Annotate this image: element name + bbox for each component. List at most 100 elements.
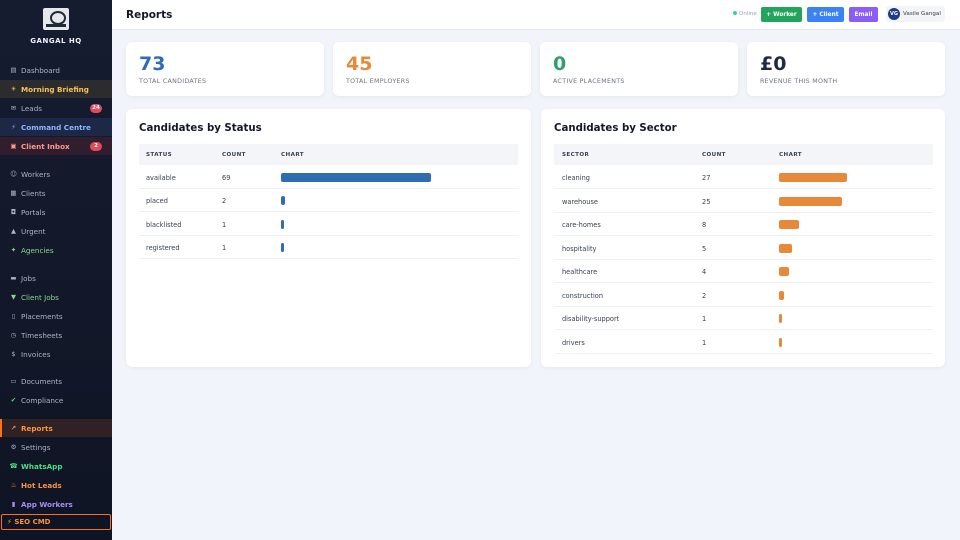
clipboard-icon: ▯ [11,311,16,320]
sidebar-item-reports[interactable]: ↗ Reports [0,419,112,437]
sidebar-item-clients[interactable]: ▦ Clients [0,184,112,202]
page-title: Reports [126,9,173,21]
sidebar-item-label: Invoices [21,349,51,359]
lock-icon: ◘ [10,207,17,216]
row-label: blacklisted [146,220,182,229]
add-client-button[interactable]: + Client [807,7,844,22]
seo-cmd-button[interactable]: ⚡ SEO CMD [1,514,111,530]
user-name: Vasile Gangal [903,11,941,17]
sidebar-item-label: Reports [21,423,53,433]
row-label: construction [562,291,604,300]
add-worker-button[interactable]: + Worker [761,7,802,22]
sidebar-item-client-inbox[interactable]: ▣ Client Inbox 2 [0,137,112,155]
table-row: care-homes 8 [554,213,933,236]
sidebar-item-hot-leads[interactable]: ♨ Hot Leads [0,476,112,494]
handshake-icon: ✦ [10,245,17,254]
row-bar [779,173,847,182]
sidebar-item-documents[interactable]: ▭ Documents [0,372,112,390]
row-label: registered [146,243,180,252]
sidebar-item-label: Settings [21,442,51,452]
sidebar-item-jobs[interactable]: ▬ Jobs [0,269,112,287]
row-label: disability-support [562,315,620,323]
column-header: SECTOR [562,152,590,158]
stat-card-employers: 45 TOTAL EMPLOYERS [333,42,531,96]
sidebar-item-settings[interactable]: ⚙ Settings [0,438,112,456]
envelope-icon: ✉ [10,103,17,112]
row-label: placed [146,197,168,206]
sidebar-item-morning-briefing[interactable]: ☀ Morning Briefing [0,80,112,98]
row-label: drivers [562,338,585,347]
online-status: Online [733,11,757,17]
briefcase-icon: ▬ [10,273,17,282]
sidebar-item-app-workers[interactable]: ▮ App Workers [0,495,112,513]
sidebar-item-command-centre[interactable]: ⚡ Command Centre [0,118,112,136]
chart-icon: ▤ [10,65,17,74]
inbox-tray-icon: ▼ [11,292,16,301]
sidebar-item-label: Command Centre [21,122,91,132]
row-label: care-homes [562,221,601,229]
phone-icon: ☎ [9,461,18,470]
building-icon: ▦ [10,188,17,197]
user-menu[interactable]: VG Vasile Gangal [886,6,945,22]
brand: GANGAL HQ [0,0,112,56]
check-icon: ✔ [10,395,17,404]
table-row: construction 2 [554,284,933,307]
sidebar-item-timesheets[interactable]: ◷ Timesheets [0,326,112,344]
row-count: 2 [222,197,227,206]
logo[interactable] [43,8,69,30]
row-count: 27 [702,174,711,182]
money-icon: $ [11,349,16,358]
table-row: drivers 1 [554,331,933,354]
table-row: available 69 [139,166,518,189]
avatar: VG [888,8,900,20]
sidebar-item-invoices[interactable]: $ Invoices [0,345,112,363]
sunrise-icon: ☀ [10,84,17,93]
stat-card-candidates: 73 TOTAL CANDIDATES [126,42,324,96]
sidebar-item-label: App Workers [21,499,73,509]
client-inbox-badge: 2 [90,141,102,151]
sidebar-item-label: Jobs [21,273,36,283]
row-bar [779,314,782,323]
table-row: cleaning 27 [554,166,933,189]
sidebar-item-dashboard[interactable]: ▤ Dashboard [0,61,112,79]
sidebar-item-agencies[interactable]: ✦ Agencies [0,241,112,259]
sidebar-item-urgent[interactable]: ▲ Urgent [0,222,112,240]
lightning-icon: ⚡ [11,122,16,131]
sidebar-item-label: Portals [21,207,46,217]
row-count: 1 [222,243,227,252]
sidebar-item-leads[interactable]: ✉ Leads 24 [0,99,112,117]
sidebar-item-client-jobs[interactable]: ▼ Client Jobs [0,288,112,306]
sidebar-item-workers[interactable]: ☺ Workers [0,165,112,183]
sidebar-item-compliance[interactable]: ✔ Compliance [0,391,112,409]
sector-panel: Candidates by Sector SECTOR COUNT CHART … [541,109,945,367]
stat-label: ACTIVE PLACEMENTS [553,78,625,85]
stat-label: REVENUE THIS MONTH [760,78,838,85]
sidebar-item-label: Placements [21,311,63,321]
row-bar [779,290,785,300]
row-label: warehouse [562,197,598,206]
sidebar-item-label: Morning Briefing [21,84,89,94]
row-bar [779,196,842,206]
sidebar-item-label: Clients [21,188,46,198]
row-count: 5 [702,244,707,253]
table-header: SECTOR COUNT CHART [554,144,933,165]
table-row: healthcare 4 [554,260,933,283]
sidebar-item-label: Client Inbox [21,141,70,151]
sidebar-item-label: Timesheets [21,330,63,340]
stat-card-revenue: £0 REVENUE THIS MONTH [747,42,945,96]
row-count: 1 [222,220,227,229]
stat-value: 45 [346,53,373,75]
sidebar-item-portals[interactable]: ◘ Portals [0,203,112,221]
stat-value: 73 [139,53,166,75]
sidebar-item-label: Compliance [21,395,64,405]
table-row: registered 1 [139,236,518,259]
stat-value: 0 [553,53,567,75]
column-header: COUNT [702,152,726,158]
sidebar-item-label: Documents [21,376,62,386]
gear-icon: ⚙ [10,442,17,451]
sidebar-item-placements[interactable]: ▯ Placements [0,307,112,325]
sidebar-item-whatsapp[interactable]: ☎ WhatsApp [0,457,112,475]
column-header: CHART [281,152,304,158]
email-button[interactable]: Email [849,7,878,22]
stat-value: £0 [760,53,787,75]
